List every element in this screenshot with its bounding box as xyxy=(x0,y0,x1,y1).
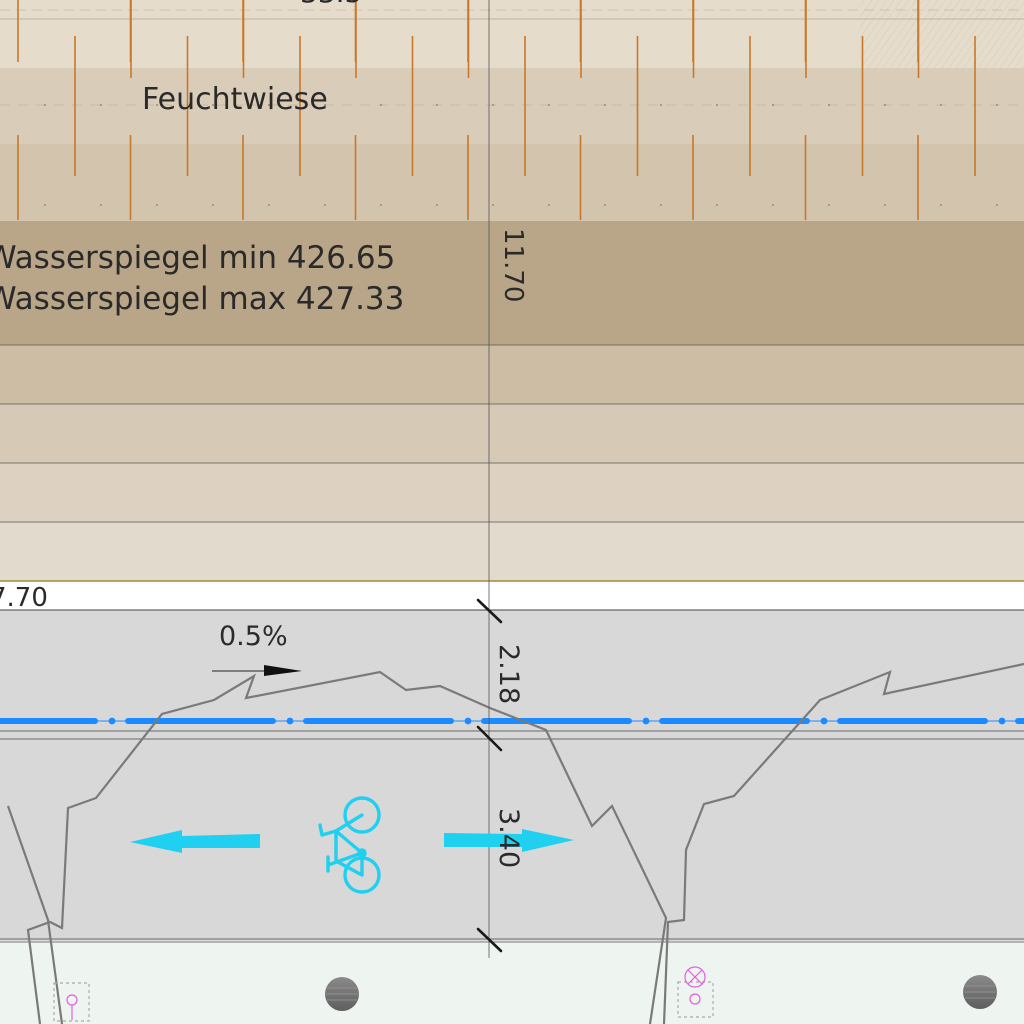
reed-dot xyxy=(268,204,270,206)
slope-label: 0.5% xyxy=(219,621,288,652)
reed-dot xyxy=(884,104,886,106)
reed-dot xyxy=(940,204,942,206)
manhole-icon xyxy=(963,975,997,1009)
reed-dot xyxy=(44,104,46,106)
reed-dot xyxy=(772,204,774,206)
reed-dot xyxy=(436,104,438,106)
dimension-3-40: 3.40 xyxy=(493,808,524,868)
bank-step-4 xyxy=(0,522,1024,581)
site-plan: 33.5° Feuchtwiese Wasserspiegel min 426.… xyxy=(0,0,1024,1024)
reed-dot xyxy=(380,104,382,106)
dimension-7-70: 7.70 xyxy=(0,583,48,613)
water-level-min-label: Wasserspiegel min 426.65 xyxy=(0,240,395,276)
reed-dot xyxy=(828,204,830,206)
boundary-dot xyxy=(820,717,828,725)
boundary-dot xyxy=(108,717,116,725)
top-partial-label: 33.5° xyxy=(300,0,376,9)
boundary-dot xyxy=(286,717,294,725)
reed-dot xyxy=(996,104,998,106)
wetland-band-lower xyxy=(0,144,1024,221)
dimension-11-70: 11.70 xyxy=(498,228,528,302)
reed-dot xyxy=(940,104,942,106)
reed-dot xyxy=(604,104,606,106)
bank-step-1 xyxy=(0,345,1024,404)
reed-dot xyxy=(100,204,102,206)
reed-dot xyxy=(324,204,326,206)
edge-strip xyxy=(0,582,1024,610)
reed-dot xyxy=(884,204,886,206)
wetland-hatch xyxy=(860,0,1024,70)
reed-dot xyxy=(44,204,46,206)
reed-dot xyxy=(380,204,382,206)
reed-dot xyxy=(772,104,774,106)
reed-dot xyxy=(660,204,662,206)
bank-step-3 xyxy=(0,463,1024,522)
reed-dot xyxy=(212,204,214,206)
reed-dot xyxy=(716,204,718,206)
verge xyxy=(0,943,1024,1024)
reed-dot xyxy=(548,204,550,206)
reed-dot xyxy=(156,204,158,206)
reed-dot xyxy=(604,204,606,206)
reed-dot xyxy=(492,204,494,206)
dimension-2-18: 2.18 xyxy=(493,644,524,704)
reed-dot xyxy=(996,204,998,206)
reed-dot xyxy=(828,104,830,106)
water-level-max-label: Wasserspiegel max 427.33 xyxy=(0,281,404,317)
boundary-dot xyxy=(642,717,650,725)
reed-dot xyxy=(716,104,718,106)
boundary-dot xyxy=(464,717,472,725)
manhole-icon xyxy=(325,977,359,1011)
wetland-label: Feuchtwiese xyxy=(142,82,328,117)
reed-dot xyxy=(548,104,550,106)
reed-dot xyxy=(436,204,438,206)
reed-dot xyxy=(100,104,102,106)
reed-dot xyxy=(660,104,662,106)
boundary-dot xyxy=(998,717,1006,725)
reed-dot xyxy=(492,104,494,106)
bank-step-2 xyxy=(0,404,1024,463)
